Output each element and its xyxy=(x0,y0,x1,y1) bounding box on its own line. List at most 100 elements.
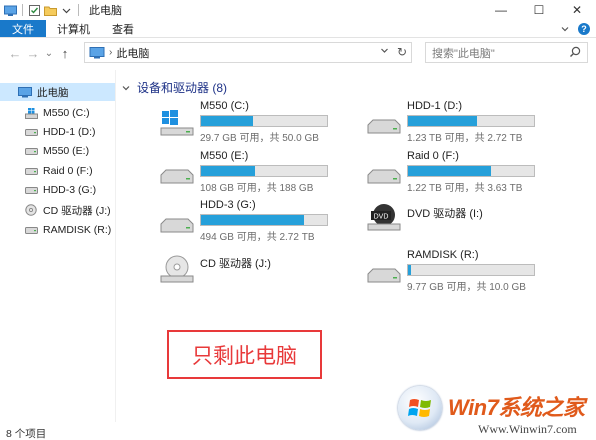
chevron-down-icon[interactable] xyxy=(60,5,73,16)
maximize-button[interactable]: ☐ xyxy=(520,0,558,20)
watermark-brand: Win7系统之家 xyxy=(448,395,585,420)
chevron-down-icon[interactable] xyxy=(121,83,131,93)
sidebar-item-label: HDD-1 (D:) xyxy=(43,126,96,138)
drive-name: Raid 0 (F:) xyxy=(407,150,459,162)
sidebar-item-drive-d[interactable]: HDD-1 (D:) xyxy=(0,123,115,141)
toolbar-divider xyxy=(22,4,23,16)
sidebar-item-drive-g[interactable]: HDD-3 (G:) xyxy=(0,181,115,199)
sidebar-item-label: HDD-3 (G:) xyxy=(43,184,97,196)
drive-icon xyxy=(24,184,38,196)
drive-size: 29.7 GB 可用，共 50.0 GB xyxy=(200,133,319,144)
drive-tile[interactable]: RAMDISK (R:) 9.77 GB 可用，共 10.0 GB xyxy=(367,249,577,293)
address-bar[interactable]: › 此电脑 ↻ xyxy=(84,42,412,63)
refresh-button[interactable]: ↻ xyxy=(397,45,407,59)
this-pc-icon xyxy=(89,46,105,58)
pane-divider[interactable] xyxy=(115,70,116,422)
usage-bar-fill xyxy=(408,116,478,126)
drive-icon xyxy=(24,224,38,236)
help-icon[interactable]: ? xyxy=(578,23,590,35)
sidebar-item-drive-r[interactable]: RAMDISK (R:) xyxy=(0,221,115,239)
drive-name: RAMDISK (R:) xyxy=(407,249,479,261)
drive-icon xyxy=(24,126,38,138)
drive-tile[interactable]: CD 驱动器 (J:) xyxy=(160,255,370,299)
usage-bar xyxy=(407,165,535,177)
quick-access-toolbar xyxy=(0,4,81,16)
breadcrumb-this-pc[interactable]: 此电脑 xyxy=(116,45,149,61)
minimize-button[interactable]: — xyxy=(482,0,520,20)
recent-locations-button[interactable]: ⌄ xyxy=(42,42,56,64)
ribbon-tabs: 文件 计算机 查看 ? xyxy=(0,20,596,38)
drive-size: 9.77 GB 可用，共 10.0 GB xyxy=(407,282,526,293)
sidebar-item-label: M550 (E:) xyxy=(43,145,90,157)
ribbon-controls: ? xyxy=(560,23,590,35)
sidebar-item-this-pc[interactable]: 此电脑 xyxy=(0,83,115,101)
drive-icon xyxy=(24,145,38,157)
navigation-pane: 此电脑 M550 (C:) HDD-1 (D:) M550 (E:) Raid … xyxy=(0,78,115,418)
usage-bar-fill xyxy=(408,166,492,176)
usage-bar xyxy=(407,115,535,127)
usage-bar xyxy=(200,214,328,226)
drive-tile[interactable]: DVD DVD 驱动器 (I:) xyxy=(367,204,577,249)
sidebar-item-label: Raid 0 (F:) xyxy=(43,165,93,177)
chevron-down-icon[interactable] xyxy=(380,46,389,55)
watermark-url: Www.Winwin7.com xyxy=(478,422,577,436)
tab-computer[interactable]: 计算机 xyxy=(46,20,101,37)
drive-name: HDD-1 (D:) xyxy=(407,100,462,112)
chevron-down-icon[interactable] xyxy=(560,24,570,34)
svg-text:DVD: DVD xyxy=(374,214,389,221)
drive-icon xyxy=(160,218,194,233)
sidebar-item-drive-j[interactable]: CD 驱动器 (J:) xyxy=(0,201,115,219)
windows-logo-icon xyxy=(398,386,442,430)
usage-bar-fill xyxy=(201,215,305,225)
windows-drive-icon xyxy=(24,107,38,119)
drive-tile[interactable]: Raid 0 (F:) 1.22 TB 可用，共 3.63 TB xyxy=(367,150,577,194)
drive-tile[interactable]: HDD-1 (D:) 1.23 TB 可用，共 2.72 TB xyxy=(367,100,577,144)
window-icon[interactable] xyxy=(4,5,17,16)
cd-icon xyxy=(160,255,194,283)
drive-name: CD 驱动器 (J:) xyxy=(200,258,271,270)
usage-bar-fill xyxy=(201,116,253,126)
drive-name: DVD 驱动器 (I:) xyxy=(407,208,483,220)
window-controls: — ☐ ✕ xyxy=(482,0,596,20)
sidebar-item-drive-e[interactable]: M550 (E:) xyxy=(0,142,115,160)
search-placeholder: 搜索"此电脑" xyxy=(432,47,495,60)
drive-icon xyxy=(367,169,401,184)
sidebar-item-drive-f[interactable]: Raid 0 (F:) xyxy=(0,162,115,180)
tab-file[interactable]: 文件 xyxy=(0,20,46,37)
usage-bar-fill xyxy=(201,166,256,176)
sidebar-item-drive-c[interactable]: M550 (C:) xyxy=(0,104,115,122)
group-header-devices[interactable]: 设备和驱动器 (8) xyxy=(121,79,227,96)
sidebar-item-label: M550 (C:) xyxy=(43,107,90,119)
dvd-icon: DVD xyxy=(367,204,401,231)
tab-view[interactable]: 查看 xyxy=(101,20,145,37)
annotation-callout: 只剩此电脑 xyxy=(167,330,322,379)
drive-size: 494 GB 可用，共 2.72 TB xyxy=(200,232,315,243)
back-button[interactable]: ← xyxy=(6,42,24,64)
properties-icon[interactable] xyxy=(28,4,41,16)
title-bar: 此电脑 — ☐ ✕ xyxy=(0,0,596,20)
navigation-bar: ← → ⌄ ↑ › 此电脑 ↻ 搜索"此电脑" xyxy=(0,38,596,68)
new-folder-icon[interactable] xyxy=(44,5,57,16)
up-button[interactable]: ↑ xyxy=(56,42,74,64)
usage-bar xyxy=(200,115,328,127)
search-icon[interactable] xyxy=(569,46,581,58)
forward-button[interactable]: → xyxy=(24,42,42,64)
window-title: 此电脑 xyxy=(89,5,122,17)
drive-icon xyxy=(24,165,38,177)
drive-tile[interactable]: M550 (C:) 29.7 GB 可用，共 50.0 GB xyxy=(160,100,370,144)
annotation-text: 只剩此电脑 xyxy=(192,344,297,368)
sidebar-item-label: 此电脑 xyxy=(37,86,69,99)
drive-size: 1.23 TB 可用，共 2.72 TB xyxy=(407,133,523,144)
toolbar-divider xyxy=(78,4,79,16)
close-button[interactable]: ✕ xyxy=(558,0,596,20)
usage-bar xyxy=(200,165,328,177)
sidebar-item-label: CD 驱动器 (J:) xyxy=(43,204,111,217)
status-item-count: 8 个项目 xyxy=(6,428,47,440)
sidebar-item-label: RAMDISK (R:) xyxy=(43,224,112,236)
drive-tile[interactable]: M550 (E:) 108 GB 可用，共 188 GB xyxy=(160,150,370,194)
watermark: Win7系统之家 Www.Winwin7.com xyxy=(396,380,596,440)
breadcrumb-separator[interactable]: › xyxy=(109,47,112,58)
usage-bar xyxy=(407,264,535,276)
drive-tile[interactable]: HDD-3 (G:) 494 GB 可用，共 2.72 TB xyxy=(160,199,370,243)
search-input[interactable]: 搜索"此电脑" xyxy=(425,42,588,63)
